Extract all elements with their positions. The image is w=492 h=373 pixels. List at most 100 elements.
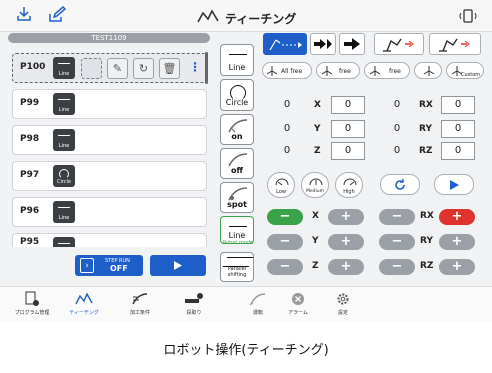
robot-pose-button-2[interactable] [429,33,481,55]
z-current: 0 [283,145,291,156]
table-row[interactable]: P99 Line [12,89,207,119]
x-label: X [314,100,321,110]
point-id: P98 [20,134,40,144]
robot-pose-button-1[interactable] [374,33,424,55]
jog-y-label: Y [312,236,319,246]
jog-ry-label: RY [420,236,433,246]
motion-type-column: Line Circle on off spot Line [220,44,254,284]
target-arrow-icon [269,39,302,51]
rz-input[interactable]: 0 [441,142,475,160]
spot-button[interactable]: spot [220,182,254,213]
rz-minus-button[interactable]: − [379,259,415,275]
welding-torch-icon [249,293,266,306]
robot-arm-icon [383,38,414,52]
program-name-bar: TEST1109 [8,33,210,43]
rx-input[interactable]: 0 [441,96,475,114]
jog-rz-label: RZ [420,261,434,271]
nav-processing-conditions[interactable]: 加工条件 [112,289,168,321]
reset-button[interactable] [380,174,420,195]
rx-label: RX [419,100,433,110]
refresh-icon [395,178,405,190]
play-button[interactable] [150,255,206,276]
jig-gear-icon [185,293,203,303]
torch-icon [132,293,148,305]
all-free-button[interactable]: All free [262,62,312,79]
xy-free-button[interactable]: free [364,62,410,79]
x-minus-button[interactable]: − [267,209,303,225]
download-icon[interactable] [16,6,32,22]
point-id: P99 [20,98,40,108]
ry-plus-button[interactable]: + [439,234,475,250]
z-minus-button[interactable]: − [267,259,303,275]
speed-medium-button[interactable]: Medium [301,172,329,198]
play-icon [450,179,459,190]
z-plus-button[interactable]: + [328,259,364,275]
more-icon[interactable]: ⋮ [189,60,201,74]
refresh-icon[interactable]: ↻ [133,58,154,79]
nav-program-management[interactable]: プログラム管理 [4,289,60,321]
rx-minus-button[interactable]: − [379,209,415,225]
forward-button[interactable] [339,33,365,55]
ry-minus-button[interactable]: − [379,234,415,250]
rz-current: 0 [393,145,401,156]
pendant-status-icon[interactable] [458,8,478,24]
empty-slot[interactable] [81,58,102,79]
list-scrollbar[interactable] [205,52,208,84]
edit-icon[interactable]: ✎ [107,58,128,79]
figure-caption: ロボット操作(ティーチング) [163,343,329,358]
teaching-icon [75,292,93,305]
trash-icon[interactable]: 🗑 [159,58,180,79]
z-free-button[interactable]: free [316,62,360,79]
y-input[interactable]: 0 [331,120,365,138]
run-button[interactable] [434,174,474,195]
table-row[interactable]: P96 Line [12,197,207,227]
point-id: P100 [20,62,46,72]
z-label: Z [314,146,321,156]
point-id: P97 [20,170,40,180]
robot-arm-icon [439,38,470,52]
jog-z-label: Z [312,261,319,271]
torch-on-button[interactable]: on [220,114,254,145]
table-row[interactable]: P95 Line [12,233,207,247]
teaching-screen: ティーチング TEST1109 P100 Line ✎ ↻ 🗑 ⋮ P99 Li… [0,0,492,322]
step-run-state: OFF [110,264,128,273]
x-current: 0 [283,99,291,110]
ry-label: RY [419,124,432,134]
circle-type-button[interactable]: Circle [220,79,254,111]
custom-button[interactable]: Custom [446,62,484,79]
x-input[interactable]: 0 [331,96,365,114]
rx-current: 0 [393,99,401,110]
rz-free-button[interactable] [414,62,442,79]
table-row[interactable]: P97 Circle [12,161,207,191]
speed-low-button[interactable]: Low [267,172,295,198]
nav-teaching[interactable]: ティーチング [56,289,112,321]
line-type-button[interactable]: Line [220,44,254,76]
app: ティーチング TEST1109 P100 Line ✎ ↻ 🗑 ⋮ P99 Li… [0,0,492,373]
parallel-shifting-button[interactable]: Parallel shifting [220,252,254,282]
nav-setup[interactable]: 段取り [166,289,222,321]
y-label: Y [314,124,321,134]
step-forward-button[interactable] [310,33,336,55]
line-type-icon: Line [53,237,75,247]
rz-plus-button[interactable]: + [439,259,475,275]
y-current: 0 [283,123,291,134]
x-plus-button[interactable]: + [328,209,364,225]
step-run-button[interactable]: › STEP RUN OFF [75,255,143,276]
torch-off-button[interactable]: off [220,148,254,179]
y-minus-button[interactable]: − [267,234,303,250]
table-row[interactable]: P100 Line ✎ ↻ 🗑 ⋮ [12,53,207,83]
nav-settings[interactable]: 設定 [315,289,371,321]
y-plus-button[interactable]: + [328,234,364,250]
line-type-icon: Line [53,57,75,79]
move-to-point-button[interactable] [263,33,307,55]
double-arrow-icon [314,39,332,49]
line-type-icon: Line [53,201,75,223]
rx-plus-button[interactable]: + [439,209,475,225]
edit-save-icon[interactable] [48,6,66,22]
table-row[interactable]: P98 Line [12,125,207,155]
z-input[interactable]: 0 [331,142,365,160]
speed-high-button[interactable]: High [335,172,363,198]
line-type-icon: Line [53,93,75,115]
ry-input[interactable]: 0 [441,120,475,138]
robot-mode-label: Robot mode [222,240,254,246]
